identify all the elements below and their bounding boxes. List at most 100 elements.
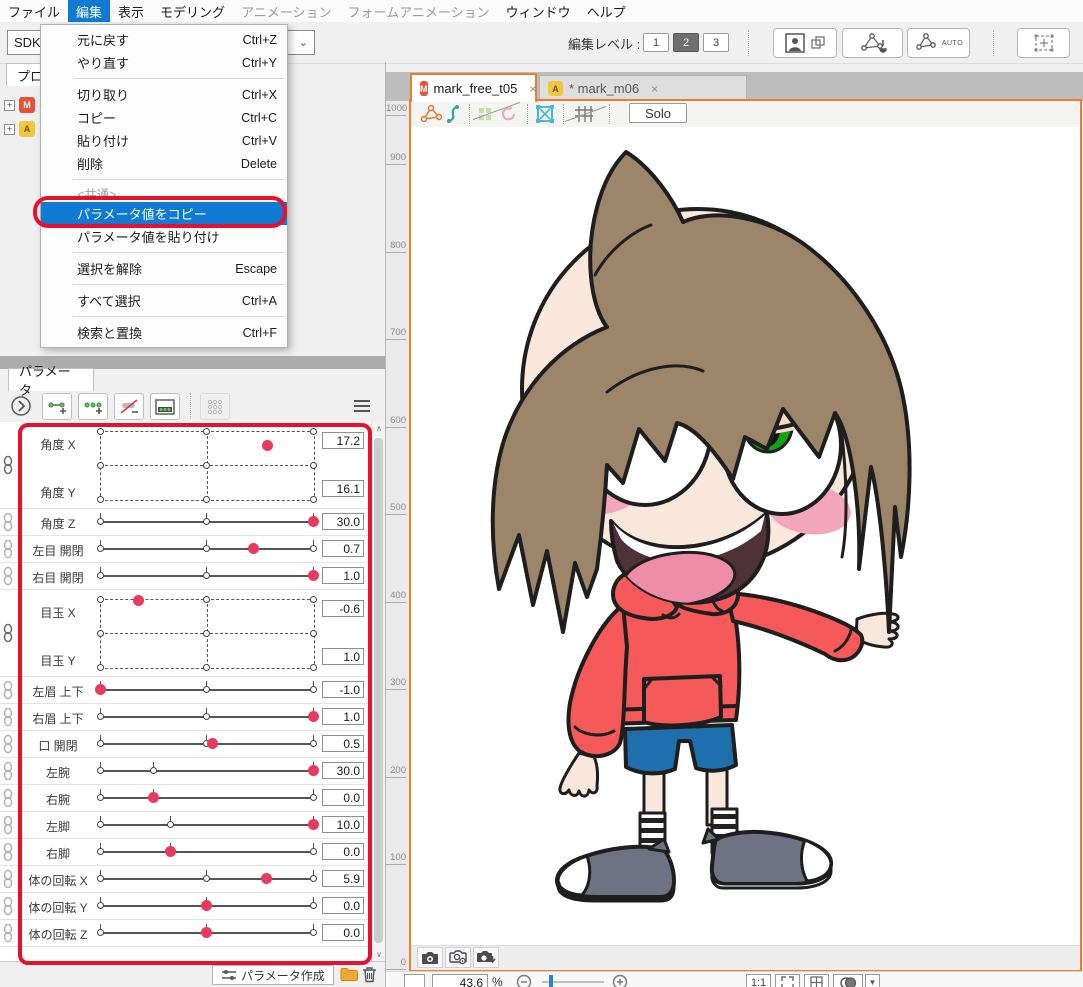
solo-button[interactable]: Solo (629, 103, 687, 123)
parameter-value[interactable]: 1.0 (322, 648, 364, 665)
create-parameter-button[interactable]: パラメータ作成 (212, 965, 334, 985)
edit-menu-item[interactable]: 検索と置換Ctrl+F (41, 321, 287, 344)
edit-level-button[interactable]: 1 (643, 33, 669, 52)
menu-item[interactable]: ファイル (0, 0, 68, 23)
tree-expand-icon[interactable]: + (4, 124, 15, 135)
parameter-value[interactable]: 0.0 (322, 924, 364, 941)
parameter-value[interactable]: 10.0 (322, 816, 364, 833)
edit-menu-item[interactable]: 元に戻すCtrl+Z (41, 28, 287, 51)
menu-item[interactable]: モデリング (152, 0, 233, 23)
edit-menu-item[interactable]: 貼り付けCtrl+V (41, 129, 287, 152)
bg-color-swatch[interactable] (404, 974, 425, 987)
parameter-value[interactable]: -0.6 (322, 600, 364, 617)
menu-item[interactable]: ヘルプ (579, 0, 634, 23)
parameter-value[interactable]: 30.0 (322, 762, 364, 779)
document-tab[interactable]: A* mark_m06× (539, 75, 747, 102)
model-canvas[interactable] (411, 127, 1080, 945)
screenshot-button[interactable] (417, 947, 443, 968)
parameter-value[interactable]: 16.1 (322, 480, 364, 497)
parameter-value[interactable]: 17.2 (322, 432, 364, 449)
onion-skin-button[interactable] (833, 974, 863, 987)
close-icon[interactable]: × (651, 82, 658, 96)
parameter-panel-tab[interactable]: パラメータ (8, 368, 94, 391)
slider-handle[interactable] (308, 516, 319, 527)
menu-hamburger-icon[interactable] (352, 398, 372, 414)
menu-item[interactable]: フォームアニメーション (340, 0, 498, 23)
trash-icon[interactable] (362, 966, 377, 983)
link-icon[interactable] (2, 566, 14, 586)
zoom-in-icon[interactable] (612, 974, 628, 987)
edit-menu-item[interactable]: パラメータ値を貼り付け (41, 225, 287, 248)
slider-track[interactable] (100, 851, 313, 853)
mesh-auto-button[interactable]: AUTO (907, 28, 970, 58)
link-icon[interactable] (2, 842, 14, 862)
parameter-pad-handle[interactable] (133, 595, 144, 606)
link-icon[interactable] (2, 869, 14, 889)
slider-handle[interactable] (308, 819, 319, 830)
scroll-down-icon[interactable]: ∨ (372, 950, 386, 959)
link-icon[interactable] (2, 623, 14, 643)
slider-handle[interactable] (248, 543, 259, 554)
edit-menu-item[interactable]: パラメータ値をコピー (41, 202, 287, 225)
slider-track[interactable] (100, 797, 313, 799)
fit-view-button[interactable] (775, 974, 800, 987)
link-icon[interactable] (2, 512, 14, 532)
slider-handle[interactable] (308, 711, 319, 722)
mesh-edit-button[interactable] (842, 28, 903, 58)
document-tab[interactable]: Mmark_free_t05× (410, 73, 537, 102)
link-icon[interactable] (2, 680, 14, 700)
parameter-value[interactable]: 1.0 (322, 708, 364, 725)
link-icon[interactable] (2, 788, 14, 808)
screenshot-settings-button[interactable] (445, 947, 471, 968)
slider-handle[interactable] (201, 900, 212, 911)
parameter-value[interactable]: 0.0 (322, 897, 364, 914)
link-icon[interactable] (2, 815, 14, 835)
keyform-panel-button[interactable] (150, 393, 180, 420)
edit-level-button[interactable]: 2 (673, 33, 699, 52)
menu-item[interactable]: 表示 (110, 0, 152, 23)
edit-level-button[interactable]: 3 (703, 33, 729, 52)
model-view-button[interactable] (773, 28, 837, 58)
edit-menu-item[interactable]: 選択を解除Escape (41, 257, 287, 280)
slider-handle[interactable] (261, 873, 272, 884)
mesh-orange-icon[interactable] (419, 104, 443, 124)
slider-handle[interactable] (95, 684, 106, 695)
scroll-up-icon[interactable]: ∧ (372, 424, 386, 433)
edit-menu-item[interactable]: 切り取りCtrl+X (41, 83, 287, 106)
menu-item[interactable]: アニメーション (233, 0, 339, 23)
link-icon[interactable] (2, 923, 14, 943)
parameter-value[interactable]: 0.0 (322, 843, 364, 860)
slider-handle[interactable] (207, 738, 218, 749)
curve-teal-icon[interactable] (445, 104, 463, 124)
link-icon[interactable] (2, 455, 14, 475)
edit-menu-item[interactable]: コピーCtrl+C (41, 106, 287, 129)
parameter-value[interactable]: -1.0 (322, 681, 364, 698)
parameter-scrollbar[interactable]: ∧ ∨ (371, 422, 385, 961)
slider-handle[interactable] (165, 846, 176, 857)
zoom-out-icon[interactable] (516, 974, 532, 987)
tree-item-model[interactable]: + M (4, 97, 35, 113)
group-keys-button[interactable] (200, 393, 230, 420)
menu-item[interactable]: ウィンドウ (498, 0, 579, 23)
onion-skin-dropdown[interactable]: ▼ (865, 974, 880, 987)
parameter-value[interactable]: 0.0 (322, 789, 364, 806)
edit-menu-item[interactable]: 削除Delete (41, 152, 287, 175)
slider-track[interactable] (100, 770, 313, 772)
tree-item-animation[interactable]: + A (4, 121, 35, 137)
slider-track[interactable] (100, 824, 313, 826)
menu-item[interactable]: 編集 (68, 0, 110, 23)
zoom-value-field[interactable]: 43.6 (432, 974, 488, 987)
slider-handle[interactable] (308, 765, 319, 776)
link-icon[interactable] (2, 707, 14, 727)
parameter-value[interactable]: 30.0 (322, 513, 364, 530)
close-icon[interactable]: × (529, 82, 536, 96)
remove-key-button[interactable] (114, 393, 144, 420)
scrollbar-thumb[interactable] (374, 438, 383, 943)
slider-handle[interactable] (201, 927, 212, 938)
bounding-box-blue-icon[interactable] (535, 104, 555, 124)
link-icon[interactable] (2, 896, 14, 916)
edit-menu-item[interactable]: やり直すCtrl+Y (41, 51, 287, 74)
link-icon[interactable] (2, 761, 14, 781)
parameter-value[interactable]: 0.5 (322, 735, 364, 752)
grid-toggle-button[interactable] (804, 974, 829, 987)
